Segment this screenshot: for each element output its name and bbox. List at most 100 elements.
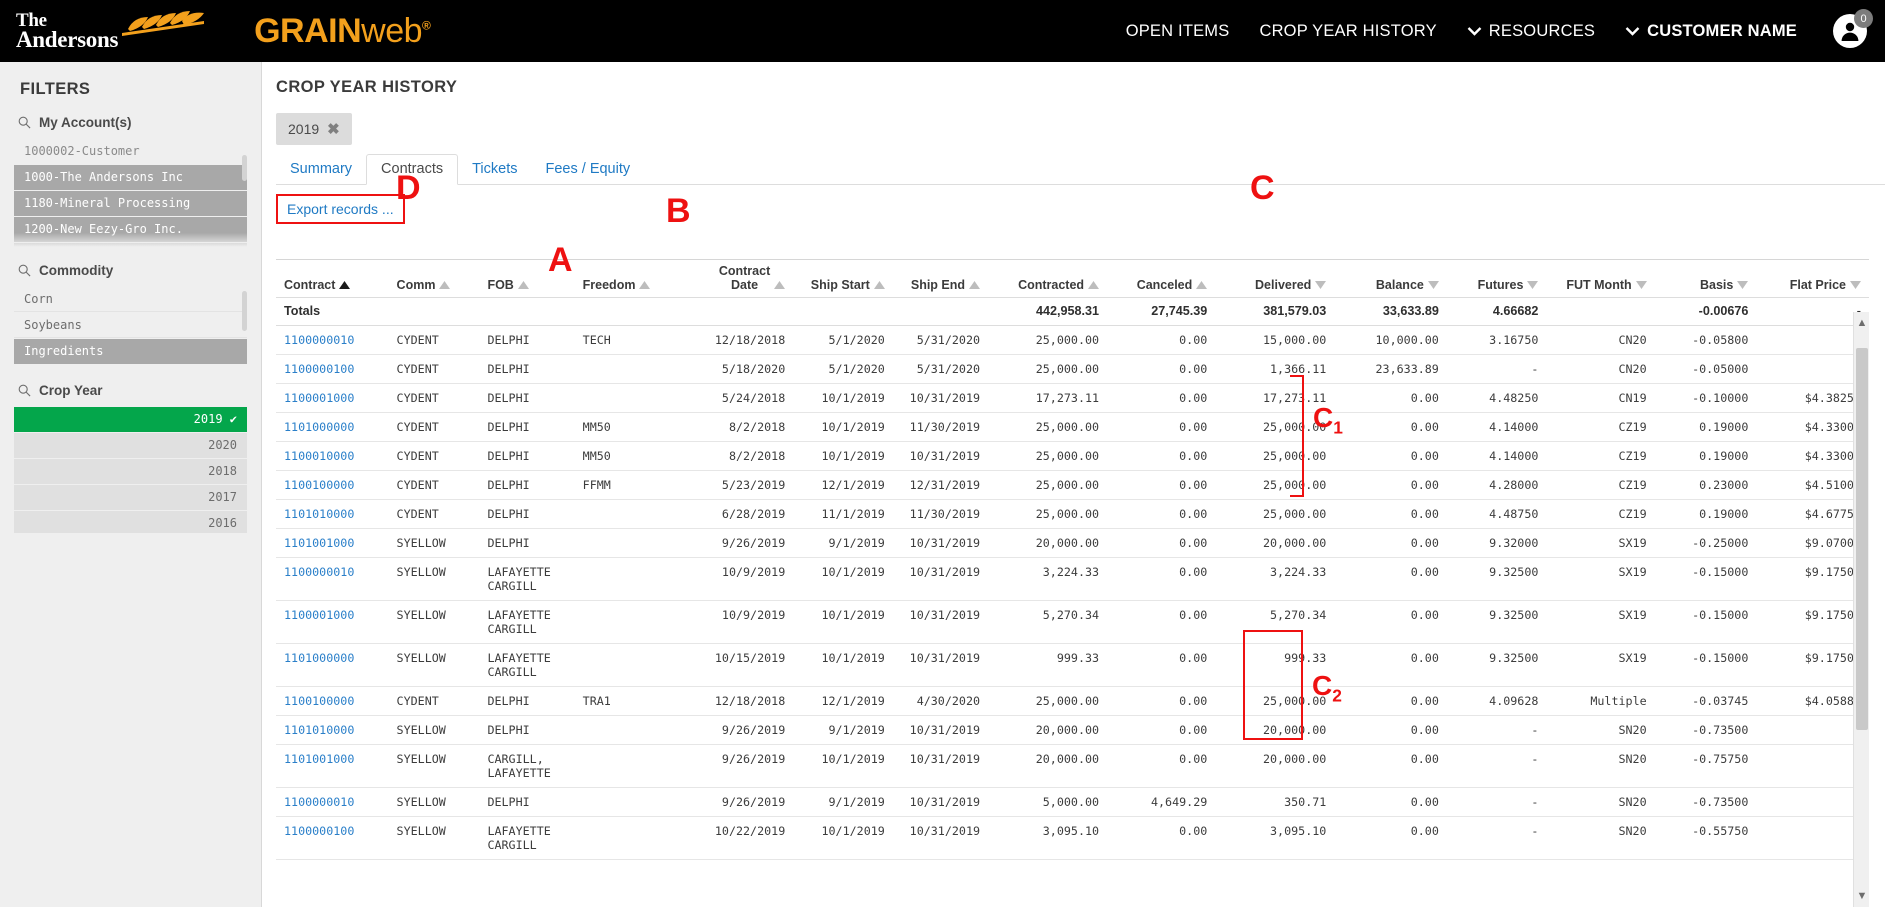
commodity-option-soybeans[interactable]: Soybeans — [14, 313, 247, 338]
my-accounts-option-1[interactable]: 1000-The Andersons Inc — [14, 165, 247, 190]
col-header-fob[interactable]: FOB — [479, 260, 574, 298]
crop-year-option-2016[interactable]: 2016 — [14, 511, 247, 533]
filter-group-my-accounts-header[interactable]: My Account(s) — [18, 115, 247, 130]
filter-group-my-accounts-label: My Account(s) — [39, 115, 132, 130]
col-header-ship-start[interactable]: Ship Start — [793, 260, 893, 298]
tab-fees-equity[interactable]: Fees / Equity — [532, 155, 645, 184]
commodity-listbox[interactable]: Corn Soybeans Ingredients — [14, 287, 247, 367]
filter-group-commodity-header[interactable]: Commodity — [18, 263, 247, 278]
account-menu[interactable]: 0 — [1833, 9, 1873, 48]
cell-balance: 0.00 — [1334, 412, 1447, 442]
table-row[interactable]: 1100001000 CYDENT DELPHI 5/24/2018 10/1/2019… — [276, 383, 1869, 413]
table-row[interactable]: 1101001000 SYELLOW DELPHI 9/26/2019 9/1/2019… — [276, 528, 1869, 558]
brand-logo[interactable]: The Andersons — [0, 10, 212, 51]
cell-comm: CYDENT — [388, 354, 480, 384]
my-accounts-scrollbar[interactable] — [242, 155, 247, 181]
crop-year-option-2018[interactable]: 2018 — [14, 459, 247, 484]
col-header-comm[interactable]: Comm — [389, 260, 480, 298]
cell-freedom: TRA1 — [574, 686, 694, 716]
table-row[interactable]: 1100100000 CYDENT DELPHI TRA1 12/18/2018 12/1… — [276, 686, 1869, 716]
table-row[interactable]: 1100000100 CYDENT DELPHI 5/18/2020 5/1/2020 5… — [276, 354, 1869, 384]
col-header-freedom[interactable]: Freedom — [575, 260, 694, 298]
table-row[interactable]: 1100000010 SYELLOW LAFAYETTE CARGILL 10/9/2… — [276, 557, 1869, 601]
cell-ship-end: 10/31/2019 — [892, 787, 989, 817]
scroll-down-icon[interactable]: ▼ — [1854, 887, 1869, 905]
grainweb-wordmark[interactable]: GRAINweb® — [254, 12, 431, 51]
col-header-flat-price[interactable]: Flat Price — [1756, 260, 1869, 298]
my-accounts-option-0[interactable]: 1000002-Customer — [14, 139, 247, 164]
table-row[interactable]: 1101010000 SYELLOW DELPHI 9/26/2019 9/1/2019… — [276, 715, 1869, 745]
cell-contract[interactable]: 1100000010 — [276, 557, 389, 601]
cell-contract[interactable]: 1101001000 — [276, 528, 389, 558]
filter-group-crop-year-header[interactable]: Crop Year — [18, 383, 247, 398]
crop-year-option-2017[interactable]: 2017 — [14, 485, 247, 510]
cell-contract[interactable]: 1101001000 — [276, 744, 389, 788]
cell-contract[interactable]: 1100000010 — [276, 325, 389, 355]
col-header-basis[interactable]: Basis — [1655, 260, 1757, 298]
cell-contract[interactable]: 1101000000 — [276, 643, 389, 687]
table-row[interactable]: 1100000010 CYDENT DELPHI TECH 12/18/2018 5/1/… — [276, 325, 1869, 355]
commodity-scrollbar[interactable] — [242, 291, 247, 331]
cell-ship-start: 11/1/2019 — [793, 499, 893, 529]
cell-contract[interactable]: 1100001000 — [276, 600, 389, 644]
crop-year-option-2019[interactable]: 2019 ✔ — [14, 407, 247, 432]
table-row[interactable]: 1100000100 SYELLOW LAFAYETTE CARGILL 10/22/… — [276, 816, 1869, 860]
table-row[interactable]: 1100010000 CYDENT DELPHI MM50 8/2/2018 10/1/2… — [276, 441, 1869, 471]
active-filter-chip-2019[interactable]: 2019 ✖ — [276, 113, 352, 145]
my-accounts-option-2[interactable]: 1180-Mineral Processing — [14, 191, 247, 216]
my-accounts-listbox[interactable]: 1000002-Customer 1000-The Andersons Inc … — [14, 139, 247, 247]
col-header-futures[interactable]: Futures — [1447, 260, 1547, 298]
scroll-up-icon[interactable]: ▲ — [1854, 314, 1869, 332]
tab-summary[interactable]: Summary — [276, 155, 366, 184]
cell-contract[interactable]: 1100001000 — [276, 383, 389, 413]
cell-contract[interactable]: 1100000100 — [276, 354, 389, 384]
table-row[interactable]: 1100001000 SYELLOW LAFAYETTE CARGILL 10/9/2… — [276, 600, 1869, 644]
cell-canceled: 0.00 — [1107, 354, 1216, 384]
table-row[interactable]: 1100000010 SYELLOW DELPHI 9/26/2019 9/1/2019… — [276, 787, 1869, 817]
close-icon[interactable]: ✖ — [327, 120, 340, 138]
scrollbar-thumb[interactable] — [1856, 348, 1868, 730]
export-records-button[interactable]: Export records ... — [276, 194, 405, 224]
nav-open-items[interactable]: OPEN ITEMS — [1126, 22, 1230, 41]
col-header-contract-date[interactable]: Contract Date — [694, 260, 794, 298]
col-header-contracted[interactable]: Contracted — [988, 260, 1107, 298]
table-row[interactable]: 1101001000 SYELLOW CARGILL, LAFAYETTE 9/26/… — [276, 744, 1869, 788]
cell-futures: 4.14000 — [1446, 412, 1547, 442]
my-accounts-option-4[interactable]: 1370-Nutra-Flo Company — [14, 243, 247, 247]
my-accounts-option-3[interactable]: 1200-New Eezy-Gro Inc. — [14, 217, 247, 242]
col-header-balance[interactable]: Balance — [1334, 260, 1447, 298]
table-row[interactable]: 1101000000 CYDENT DELPHI MM50 8/2/2018 10/1/2… — [276, 412, 1869, 442]
cell-ship-start: 10/1/2019 — [793, 643, 893, 687]
cell-contract[interactable]: 1101010000 — [276, 715, 389, 745]
table-vertical-scrollbar[interactable]: ▲ ▼ — [1853, 312, 1869, 907]
cell-canceled: 0.00 — [1107, 557, 1216, 601]
commodity-option-corn[interactable]: Corn — [14, 287, 247, 312]
cell-freedom — [574, 354, 694, 384]
commodity-option-ingredients[interactable]: Ingredients — [14, 339, 247, 364]
col-header-fut-month[interactable]: FUT Month — [1546, 260, 1654, 298]
cell-contracted: 25,000.00 — [988, 325, 1108, 355]
cell-contract[interactable]: 1100100000 — [276, 470, 389, 500]
cell-contract[interactable]: 1100000010 — [276, 787, 389, 817]
cell-futures: 9.32500 — [1446, 600, 1547, 644]
table-row[interactable]: 1101000000 SYELLOW LAFAYETTE CARGILL 10/15/… — [276, 643, 1869, 687]
crop-year-listbox[interactable]: 2019 ✔ 2020 2018 2017 2016 — [14, 407, 247, 533]
nav-crop-year-history[interactable]: CROP YEAR HISTORY — [1259, 22, 1436, 41]
col-header-canceled[interactable]: Canceled — [1107, 260, 1215, 298]
cell-contract[interactable]: 1100000100 — [276, 816, 389, 860]
table-row[interactable]: 1101010000 CYDENT DELPHI 6/28/2019 11/1/2019… — [276, 499, 1869, 529]
totals-balance: 33,633.89 — [1334, 297, 1447, 326]
cell-contract[interactable]: 1100010000 — [276, 441, 389, 471]
nav-customer-name[interactable]: CUSTOMER NAME — [1625, 22, 1797, 41]
nav-resources[interactable]: RESOURCES — [1467, 22, 1595, 41]
cell-contract[interactable]: 1101000000 — [276, 412, 389, 442]
crop-year-option-2020[interactable]: 2020 — [14, 433, 247, 458]
tab-contracts[interactable]: Contracts — [366, 154, 459, 185]
col-header-delivered[interactable]: Delivered — [1215, 260, 1334, 298]
cell-contract[interactable]: 1101010000 — [276, 499, 389, 529]
table-row[interactable]: 1100100000 CYDENT DELPHI FFMM 5/23/2019 12/1/… — [276, 470, 1869, 500]
cell-contract[interactable]: 1100100000 — [276, 686, 389, 716]
col-header-contract[interactable]: Contract — [276, 260, 389, 298]
tab-tickets[interactable]: Tickets — [458, 155, 531, 184]
col-header-ship-end[interactable]: Ship End — [893, 260, 988, 298]
